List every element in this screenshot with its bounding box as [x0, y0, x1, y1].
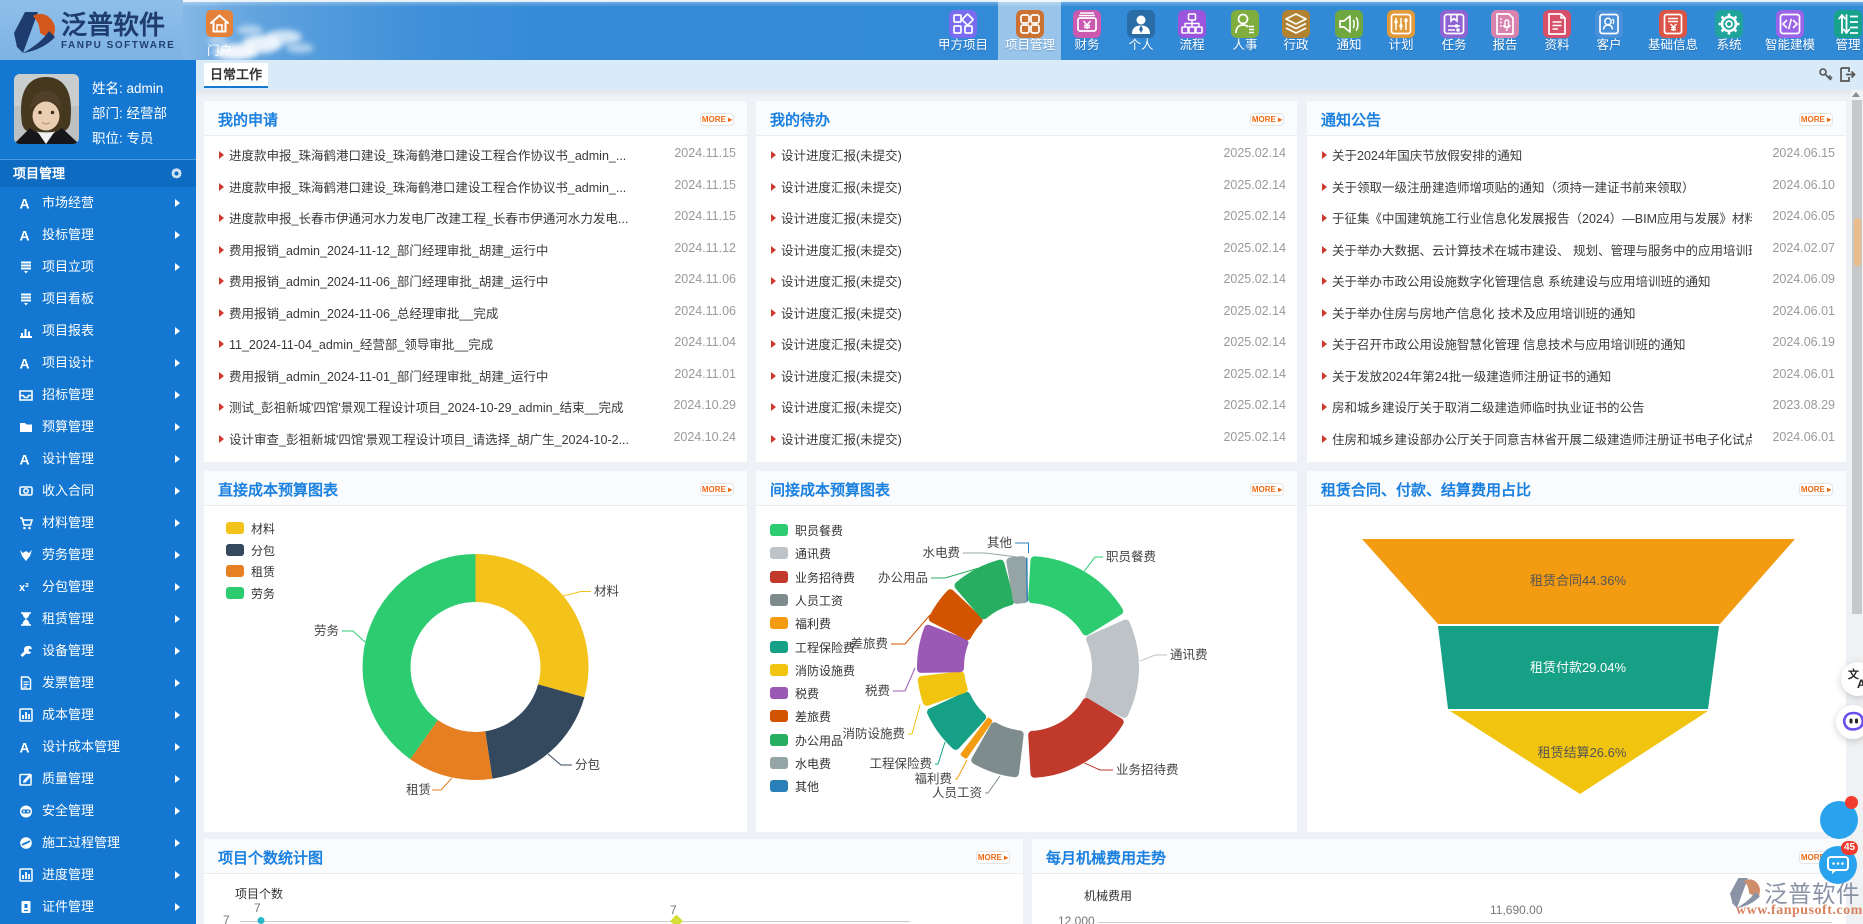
svg-text:租赁付款29.04%: 租赁付款29.04%	[1530, 660, 1627, 675]
svg-text:消防设施费: 消防设施费	[842, 726, 905, 741]
svg-text:A: A	[20, 196, 30, 210]
svg-text:差旅费: 差旅费	[850, 637, 888, 651]
svg-text:材料: 材料	[594, 585, 620, 599]
svg-text:水电费: 水电费	[922, 546, 960, 560]
svg-text:职员餐费: 职员餐费	[1106, 549, 1156, 564]
svg-text:办公用品: 办公用品	[878, 570, 928, 585]
svg-text:x²: x²	[19, 582, 29, 594]
svg-text:租赁结算26.6%: 租赁结算26.6%	[1538, 745, 1627, 760]
svg-text:其他: 其他	[987, 536, 1013, 550]
svg-text:福利费: 福利费	[914, 771, 952, 786]
svg-text:劳务: 劳务	[314, 623, 339, 638]
svg-text:租赁: 租赁	[406, 783, 431, 797]
svg-text:通讯费: 通讯费	[1170, 648, 1208, 662]
svg-text:A: A	[20, 740, 30, 754]
svg-text:A: A	[20, 356, 30, 370]
svg-text:租赁合同44.36%: 租赁合同44.36%	[1530, 573, 1627, 588]
svg-text:工程保险费: 工程保险费	[869, 756, 932, 771]
svg-text:税费: 税费	[865, 684, 890, 698]
svg-text:分包: 分包	[575, 758, 600, 772]
svg-text:A: A	[20, 228, 30, 242]
svg-text:人员工资: 人员工资	[932, 786, 982, 800]
svg-text:A: A	[20, 452, 30, 466]
svg-text:业务招待费: 业务招待费	[1116, 762, 1179, 777]
svg-text:A: A	[1857, 677, 1863, 691]
